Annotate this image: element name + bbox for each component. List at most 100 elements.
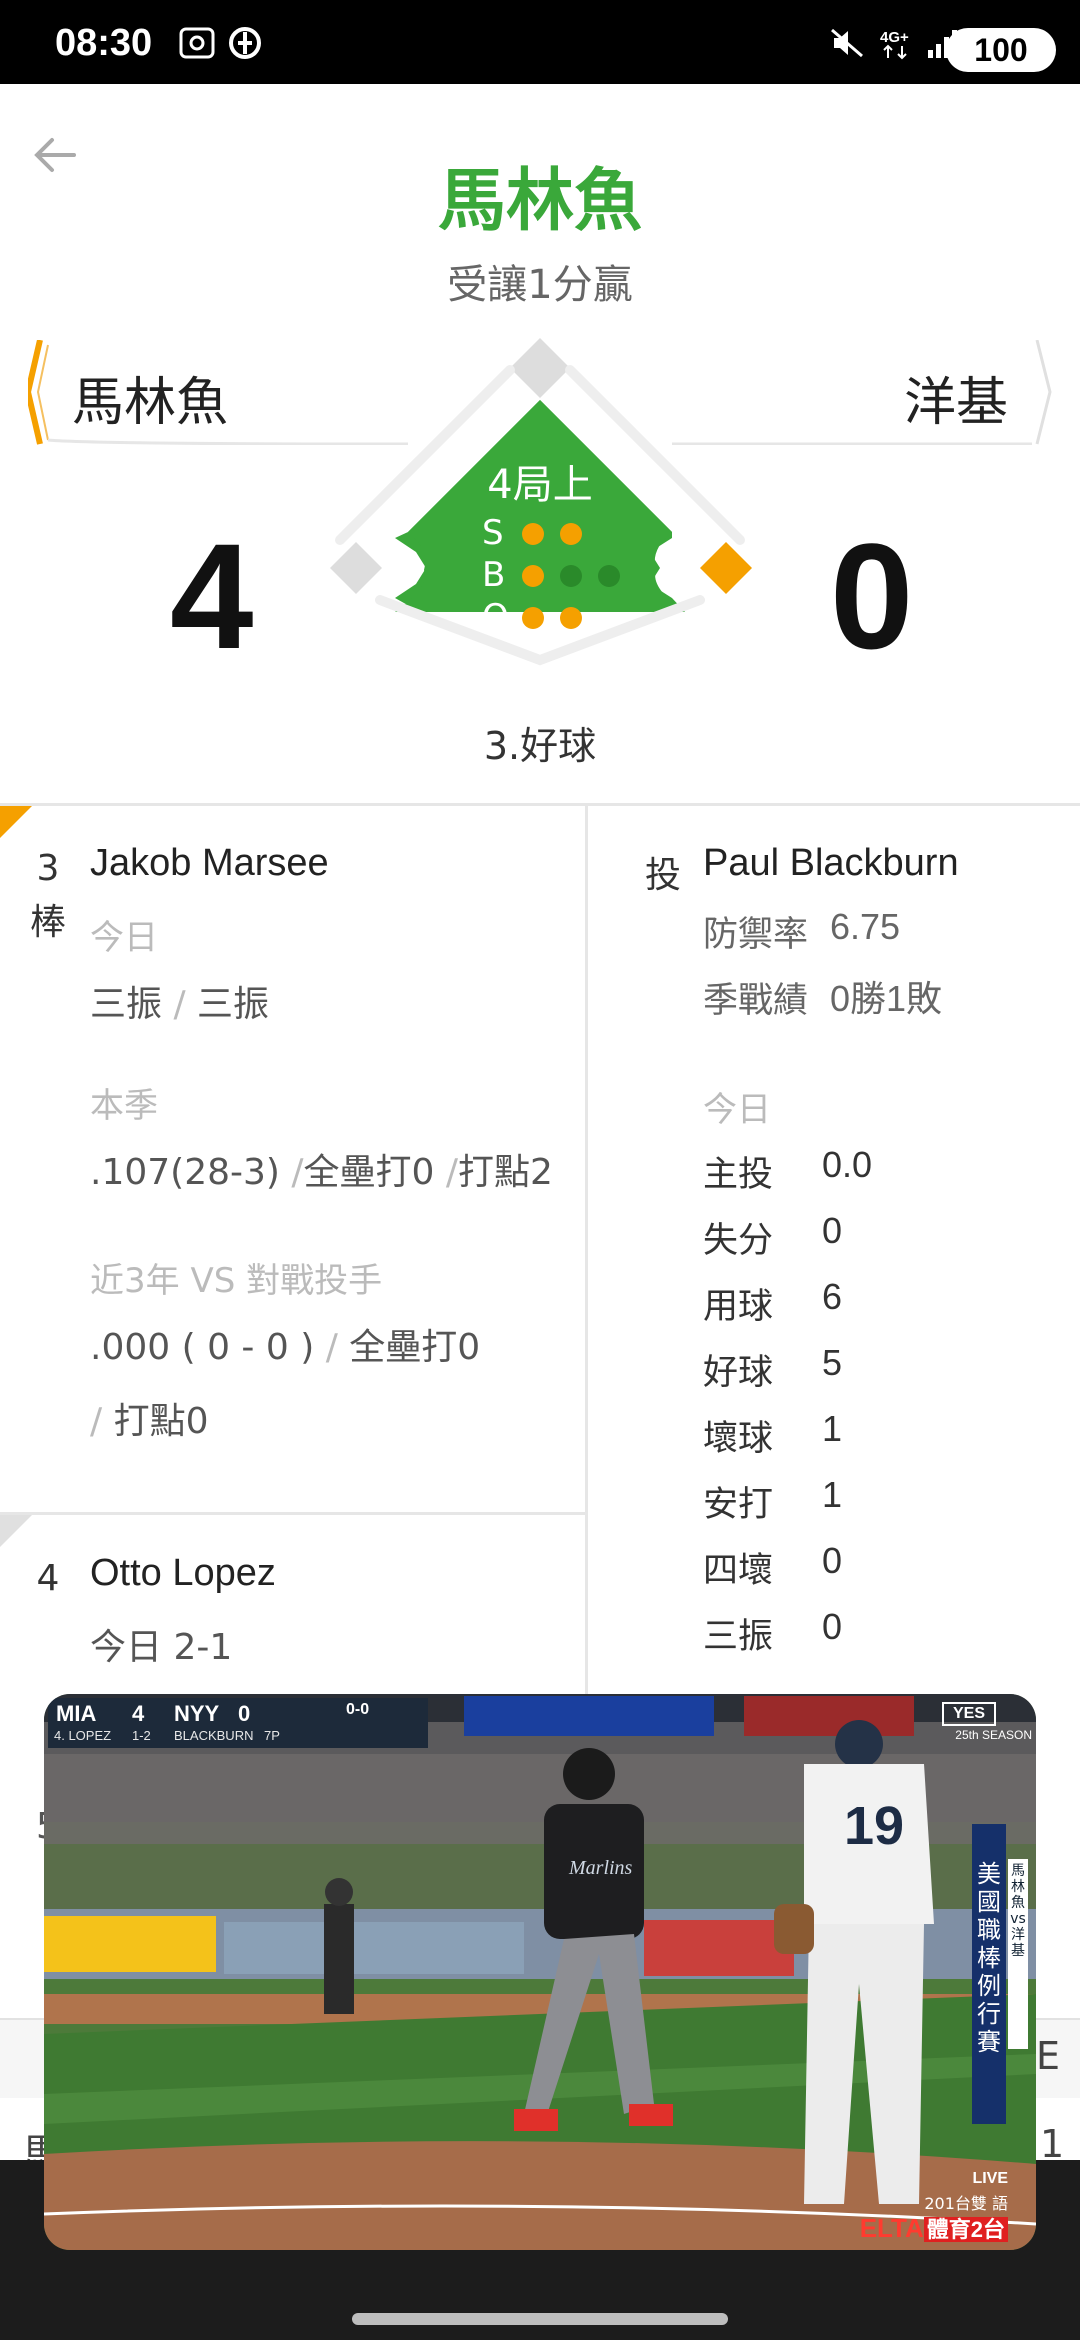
current-batter-marker — [0, 806, 32, 838]
third-base-icon — [330, 542, 382, 594]
record-label: 季戰績 — [703, 981, 809, 1021]
last-pitch-result: 3.好球 — [483, 724, 597, 768]
strike-count: S — [482, 513, 682, 553]
out-dot — [560, 607, 582, 629]
vs-rbi: 打點0 — [113, 1401, 209, 1442]
yes-network-logo: YES — [942, 1702, 996, 1726]
home-indicator[interactable] — [352, 2313, 728, 2325]
season-avg: .107(28-3) — [90, 1152, 280, 1193]
stat-label: 四壞 — [703, 1551, 774, 1591]
vs-pitcher-stats: .000 ( 0 - 0 ) / 全壘打0 — [90, 1327, 481, 1368]
era-value: 6.75 — [830, 906, 901, 947]
stat-value: 6 — [822, 1276, 843, 1317]
strike-dot — [560, 523, 582, 545]
pitcher-name[interactable]: Paul Blackburn — [703, 842, 959, 885]
batter-today-results: 三振 / 三振 — [90, 975, 269, 1027]
vs-hr: 全壘打0 — [349, 1327, 481, 1368]
vs-avg: .000 ( 0 - 0 ) — [90, 1327, 315, 1368]
stat-value: 1 — [822, 1408, 843, 1449]
stat-value: 5 — [822, 1342, 843, 1383]
home-abbr: NYY — [174, 1701, 220, 1726]
tv-pitch-count: 7P — [264, 1728, 280, 1743]
section-divider — [0, 803, 1080, 806]
ball-label: B — [482, 555, 506, 595]
out-count: O — [482, 597, 682, 637]
stat-value: 0 — [822, 1210, 843, 1251]
mute-icon — [831, 28, 863, 58]
tv-scorebug: MIA 4 NYY 0 0-0 4. LOPEZ 1-2 BLACKBURN 7… — [48, 1698, 428, 1748]
ball-dot — [598, 565, 620, 587]
broadcaster-name: ELTA — [859, 2213, 924, 2243]
season-label: 本季 — [90, 1086, 158, 1126]
stat-value: 0.0 — [822, 1144, 873, 1185]
tv-count: 0-0 — [346, 1701, 370, 1718]
tv-batter: 4. LOPEZ — [54, 1728, 112, 1743]
away-abbr: MIA — [56, 1701, 97, 1726]
ball-count: B — [482, 555, 682, 595]
season-rbi: 打點2 — [458, 1152, 553, 1193]
batter-name[interactable]: Jakob Marsee — [90, 842, 329, 885]
ball-dot — [560, 565, 582, 587]
away-team-name: 馬林魚 — [72, 373, 229, 433]
today-result: 三振 — [197, 984, 270, 1025]
svg-text:4G+: 4G+ — [880, 29, 909, 46]
away-score-tv: 4 — [132, 1701, 145, 1726]
away-score: 4 — [170, 512, 254, 680]
stat-label: 壞球 — [703, 1419, 774, 1459]
stat-label: 失分 — [703, 1221, 774, 1261]
live-label: LIVE — [972, 2170, 1008, 2187]
linescore-e-header: E — [1036, 2034, 1061, 2078]
first-base-icon — [700, 542, 752, 594]
screenshot-icon — [179, 27, 215, 59]
strike-label: S — [482, 513, 504, 553]
batting-order: 3 棒 — [28, 842, 68, 950]
separator: / — [162, 984, 198, 1025]
home-score-tv: 0 — [238, 1701, 251, 1726]
column-divider — [585, 806, 588, 1706]
era-label: 防禦率 — [703, 915, 809, 955]
status-time: 08:30 — [55, 22, 153, 64]
season-stats: .107(28-3) /全壘打0 /打點2 — [90, 1152, 553, 1193]
batter-today-label: 今日 — [90, 918, 158, 958]
page-title: 馬林魚 — [437, 162, 642, 241]
home-team-name: 洋基 — [903, 373, 1008, 433]
video-player[interactable]: Marlins 19 MIA 4 NYY 0 0-0 4. LOPEZ 1-2 … — [44, 1694, 1036, 2250]
inning-label: 4局上 — [487, 462, 593, 508]
vs-pitcher-rbi: / 打點0 — [90, 1401, 209, 1442]
shield-icon — [229, 27, 261, 59]
stat-label: 安打 — [703, 1485, 774, 1525]
next-batter-today: 今日 2-1 — [90, 1627, 233, 1668]
stat-label: 主投 — [703, 1155, 774, 1195]
next-batting-order: 4 — [36, 1558, 60, 1599]
status-bar: 08:30 4G+ 100 — [0, 0, 1080, 84]
ball-dot — [522, 565, 544, 587]
row-divider — [0, 1512, 585, 1515]
network-4g-icon: 4G+ — [880, 29, 909, 60]
stat-label: 好球 — [703, 1353, 774, 1393]
broadcaster-channel: 體育2台 — [923, 2217, 1008, 2242]
broadcaster-logo: ELTA 體育2台 — [860, 2212, 1008, 2244]
battery-indicator: 100 — [946, 28, 1056, 72]
result-subtitle: 受讓1分贏 — [447, 262, 633, 308]
tv-batter-stat: 1-2 — [132, 1728, 151, 1743]
season-tag: 25th SEASON — [955, 1728, 1032, 1742]
vs-pitcher-label: 近3年 VS 對戰投手 — [90, 1261, 383, 1301]
matchup-tag: 馬林魚vs洋基 — [1008, 1859, 1028, 2049]
batting-order-suffix: 棒 — [29, 902, 66, 943]
stat-value: 1 — [822, 1474, 843, 1515]
svg-text:19: 19 — [844, 1796, 904, 1856]
today-result: 三振 — [90, 984, 163, 1025]
video-frame: Marlins 19 — [44, 1694, 1036, 2250]
channel-label: 201台雙 語 — [924, 2194, 1008, 2213]
pitcher-label: 投 — [645, 855, 682, 896]
mlb-tag: 美國職棒例行賽 — [972, 1824, 1006, 2124]
out-dot — [522, 607, 544, 629]
batting-order-number: 3 — [36, 848, 60, 889]
record-value: 0勝1敗 — [830, 978, 943, 1019]
next-batter-name[interactable]: Otto Lopez — [90, 1552, 276, 1595]
out-label: O — [482, 597, 509, 637]
strike-dot — [522, 523, 544, 545]
stat-label: 用球 — [703, 1287, 774, 1327]
season-hr: 全壘打0 — [303, 1152, 435, 1193]
home-score: 0 — [830, 512, 914, 680]
